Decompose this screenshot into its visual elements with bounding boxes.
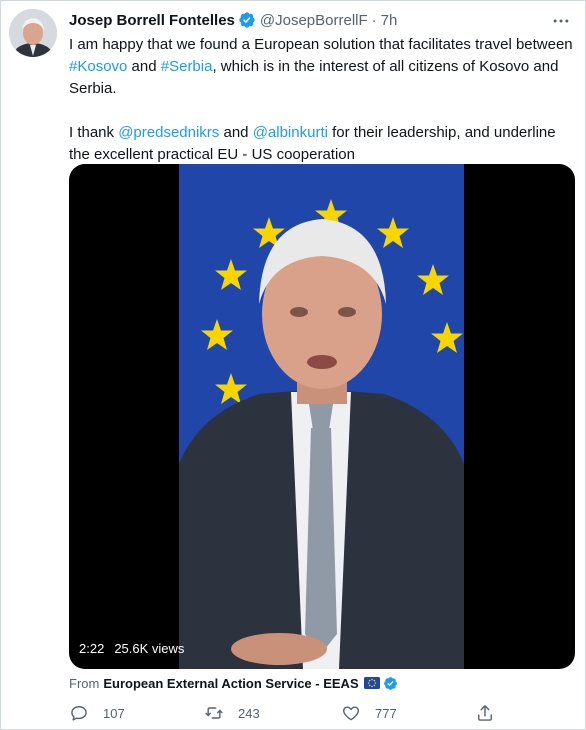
like-count: 777 — [375, 705, 397, 721]
text-segment: I am happy that we found a European solu… — [69, 36, 573, 53]
share-button[interactable] — [475, 701, 495, 725]
video-player[interactable]: 2:22 25.6K views — [69, 164, 575, 669]
retweet-icon — [205, 707, 223, 719]
tweet-text: I am happy that we found a European solu… — [69, 34, 574, 166]
tweet-header: Josep Borrell Fontelles @JosepBorrellF ·… — [69, 10, 397, 30]
text-segment: I thank — [69, 124, 119, 141]
retweet-count: 243 — [238, 705, 260, 721]
mention-link[interactable]: @predsednikrs — [118, 124, 219, 141]
reply-button[interactable]: 107 — [69, 701, 125, 725]
text-segment: and — [127, 58, 161, 75]
verified-icon — [383, 676, 397, 690]
video-frame — [179, 164, 464, 669]
source-prefix: From — [69, 675, 100, 691]
eu-flag-icon — [363, 677, 380, 689]
more-icon[interactable] — [551, 11, 571, 31]
like-icon — [343, 706, 359, 721]
retweet-button[interactable]: 243 — [204, 701, 260, 725]
video-duration: 2:22 — [79, 640, 105, 656]
mention-link[interactable]: @albinkurti — [253, 124, 328, 141]
author-handle[interactable]: @JosepBorrellF — [260, 12, 368, 29]
tweet-time[interactable]: 7h — [381, 12, 398, 29]
text-segment: and — [219, 124, 253, 141]
reply-count: 107 — [103, 705, 125, 721]
media-stats: 2:22 25.6K views — [79, 638, 184, 658]
hashtag-link[interactable]: #Kosovo — [69, 58, 127, 75]
reply-icon — [71, 706, 87, 721]
tweet-card: Josep Borrell Fontelles @JosepBorrellF ·… — [0, 0, 586, 730]
avatar[interactable] — [9, 9, 57, 57]
video-views: 25.6K views — [114, 640, 185, 656]
tweet-paragraph: I am happy that we found a European solu… — [69, 34, 574, 100]
separator-dot: · — [371, 11, 377, 29]
media-source: From European External Action Service - … — [69, 674, 398, 692]
author-name[interactable]: Josep Borrell Fontelles — [69, 12, 235, 29]
hashtag-link[interactable]: #Serbia — [161, 58, 213, 75]
verified-icon — [239, 12, 255, 28]
action-bar: 107 243 777 — [69, 701, 509, 725]
video-still — [179, 164, 464, 669]
source-name[interactable]: European External Action Service - EEAS — [103, 676, 358, 691]
share-icon — [478, 705, 492, 721]
tweet-paragraph: I thank @predsednikrs and @albinkurti fo… — [69, 122, 574, 166]
like-button[interactable]: 777 — [341, 701, 397, 725]
